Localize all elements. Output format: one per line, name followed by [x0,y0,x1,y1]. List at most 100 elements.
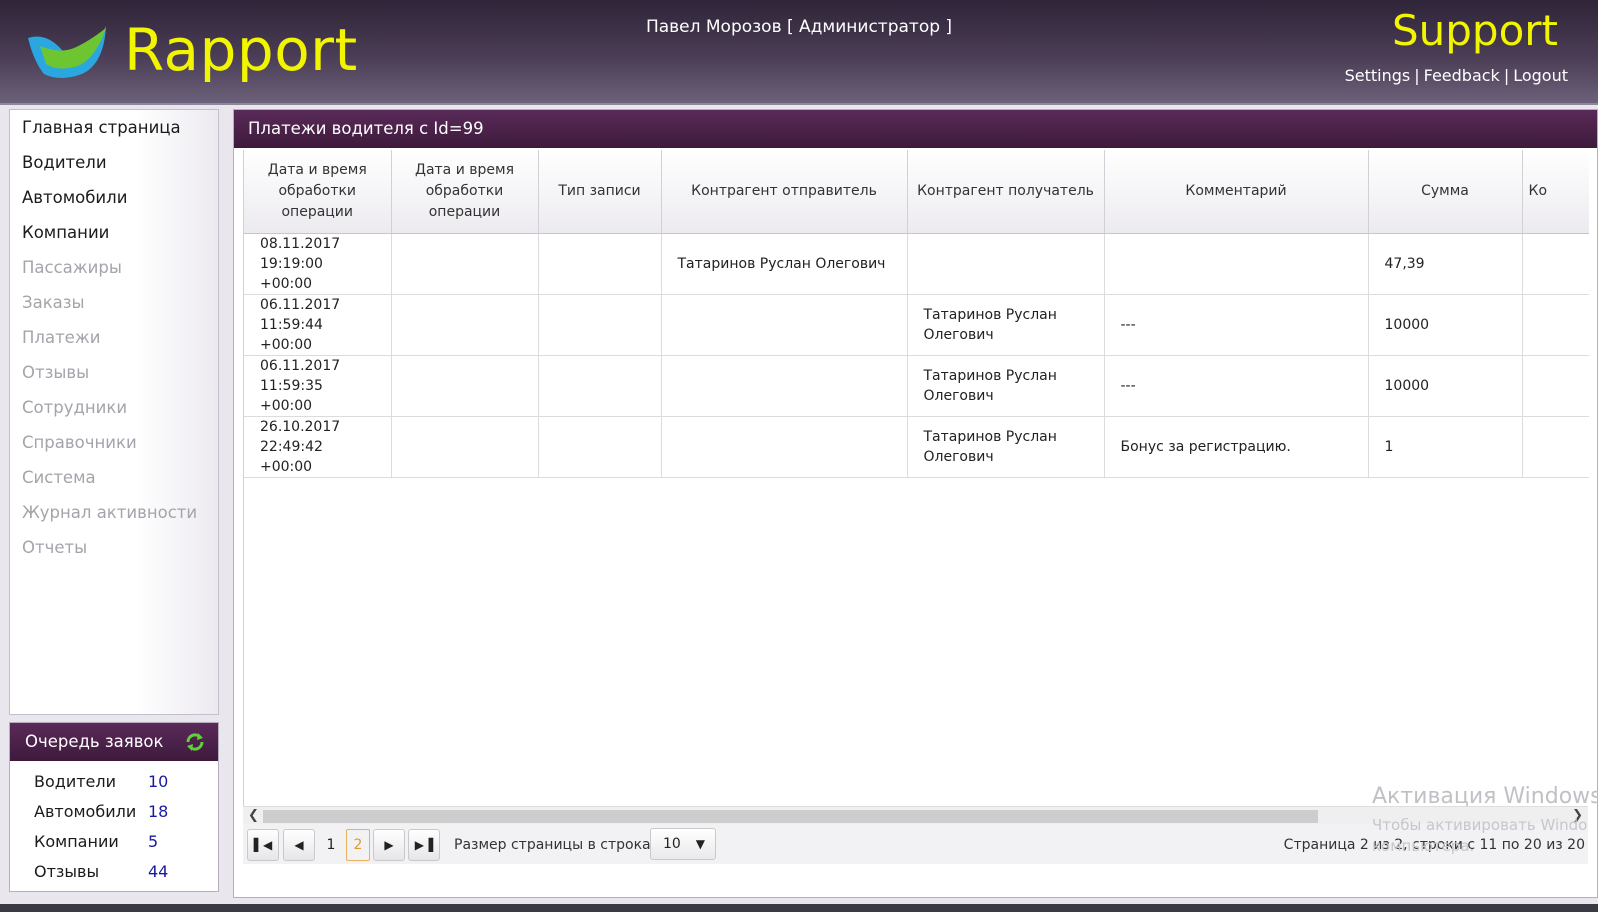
table-row[interactable]: 06.11.2017 11:59:35 +00:00 Татаринов Рус… [244,355,1589,417]
sidebar-item-cars[interactable]: Автомобили [10,180,218,215]
table-header-row: Дата и время обработки операции Дата и в… [244,150,1589,234]
table-cell [391,294,539,356]
chevron-down-icon: ▼ [695,837,705,851]
sidebar-item-orders: Заказы [22,293,85,312]
table-cell [391,416,539,478]
table-cell: --- [1104,294,1369,356]
table-cell: 26.10.2017 22:49:42 +00:00 [244,416,392,478]
queue-row-reviews[interactable]: Отзывы 44 [10,857,218,887]
page-size-label: Размер страницы в строках: [454,837,664,853]
table-cell [538,233,662,295]
queue-row-drivers[interactable]: Водители 10 [10,767,218,797]
sidebar-item-activity-log: Журнал активности [22,503,198,522]
request-queue: Очередь заявок Водители 10 Автомобили 18… [9,722,219,892]
table-cell [391,355,539,417]
sidebar-item-directories: Справочники [22,433,137,452]
payments-grid: Дата и время обработки операции Дата и в… [243,150,1589,806]
table-cell: 1 [1368,416,1523,478]
queue-title: Очередь заявок [25,732,164,751]
column-header[interactable]: Контрагент отправитель [661,150,908,234]
table-row[interactable]: 26.10.2017 22:49:42 +00:00 Татаринов Рус… [244,416,1589,478]
table-cell [1522,355,1589,417]
queue-count: 18 [148,802,169,821]
table-cell [661,355,908,417]
prev-page-button[interactable]: ◀ [283,829,315,861]
table-cell [1522,233,1589,295]
sidebar-item-staff: Сотрудники [22,398,128,417]
sidebar-item-reviews: Отзывы [22,363,90,382]
payments-panel: Платежи водителя с Id=99 Дата и время об… [233,109,1598,898]
page-number[interactable]: 1 [319,829,343,861]
table-cell [661,416,908,478]
first-page-button[interactable]: ▌◀ [247,829,279,861]
table-cell: 06.11.2017 11:59:35 +00:00 [244,355,392,417]
scroll-left-icon[interactable]: ❮ [248,807,259,825]
table-row[interactable]: 06.11.2017 11:59:44 +00:00 Татаринов Рус… [244,294,1589,356]
refresh-icon[interactable] [184,731,206,753]
table-cell [1522,416,1589,478]
payments-table: Дата и время обработки операции Дата и в… [244,150,1589,478]
table-cell: Татаринов Руслан Олегович [907,294,1105,356]
table-cell [538,416,662,478]
table-cell: --- [1104,355,1369,417]
table-cell [538,355,662,417]
windows-activation-line: Чтобы активировать Windo [1372,816,1588,834]
column-header[interactable]: Тип записи [538,150,662,234]
column-header[interactable]: Комментарий [1104,150,1369,234]
windows-activation-line: компьютера. [1372,837,1475,855]
column-header[interactable]: Дата и время обработки операции [244,150,392,234]
link-separator: | [1414,66,1420,85]
queue-row-cars[interactable]: Автомобили 18 [10,797,218,827]
column-header[interactable]: Дата и время обработки операции [391,150,539,234]
table-cell: 08.11.2017 19:19:00 +00:00 [244,233,392,295]
sidebar-item-reports: Отчеты [22,538,88,557]
table-cell: Татаринов Руслан Олегович [907,355,1105,417]
column-header[interactable]: Контрагент получатель [907,150,1105,234]
feedback-link[interactable]: Feedback [1424,66,1500,85]
table-cell: 10000 [1368,355,1523,417]
link-separator: | [1503,66,1510,85]
queue-header: Очередь заявок [10,723,218,761]
sidebar-item-companies[interactable]: Компании [10,215,218,250]
table-cell: Татаринов Руслан Олегович [907,416,1105,478]
queue-count: 10 [148,772,169,791]
table-cell: Татаринов Руслан Олегович [661,233,908,295]
next-page-button[interactable]: ▶ [373,829,405,861]
page-size-select[interactable]: 10 ▼ [650,828,716,860]
table-cell [907,233,1105,295]
table-cell [1104,233,1369,295]
panel-title: Платежи водителя с Id=99 [234,110,1597,148]
sidebar-item-payments: Платежи [22,328,101,347]
windows-activation-text: Чтобы активировать Windo компьютера. [1372,815,1587,857]
queue-label: Отзывы [34,862,100,881]
table-cell: 10000 [1368,294,1523,356]
scrollbar-thumb[interactable] [263,810,1318,823]
column-header[interactable]: Сумма [1368,150,1523,234]
page-size-value: 10 [663,836,681,852]
queue-count: 5 [148,832,159,851]
table-row[interactable]: 08.11.2017 19:19:00 +00:00 Татаринов Рус… [244,233,1589,295]
top-links: Settings | Feedback | Logout [1345,66,1568,85]
table-cell [538,294,662,356]
sidebar-item-drivers[interactable]: Водители [10,145,218,180]
sidebar-item-home[interactable]: Главная страница [10,110,218,145]
current-user: Павел Морозов [ Администратор ] [645,17,953,37]
table-cell: 47,39 [1368,233,1523,295]
page-number-current[interactable]: 2 [346,829,370,861]
app-header: Rapport Павел Морозов [ Администратор ] … [0,0,1598,105]
table-cell: 06.11.2017 11:59:44 +00:00 [244,294,392,356]
logout-link[interactable]: Logout [1513,66,1568,85]
windows-activation-title: Активация Windows [1372,784,1598,809]
table-cell [1522,294,1589,356]
table-cell [661,294,908,356]
queue-count: 44 [148,862,169,881]
settings-link[interactable]: Settings [1345,66,1411,85]
queue-row-companies[interactable]: Компании 5 [10,827,218,857]
column-header[interactable]: Ко [1522,150,1589,234]
queue-label: Компании [34,832,119,851]
last-page-button[interactable]: ▶▐ [408,829,440,861]
table-cell: Бонус за регистрацию. [1104,416,1369,478]
queue-label: Водители [34,772,117,791]
table-cell [391,233,539,295]
taskbar [0,904,1598,912]
